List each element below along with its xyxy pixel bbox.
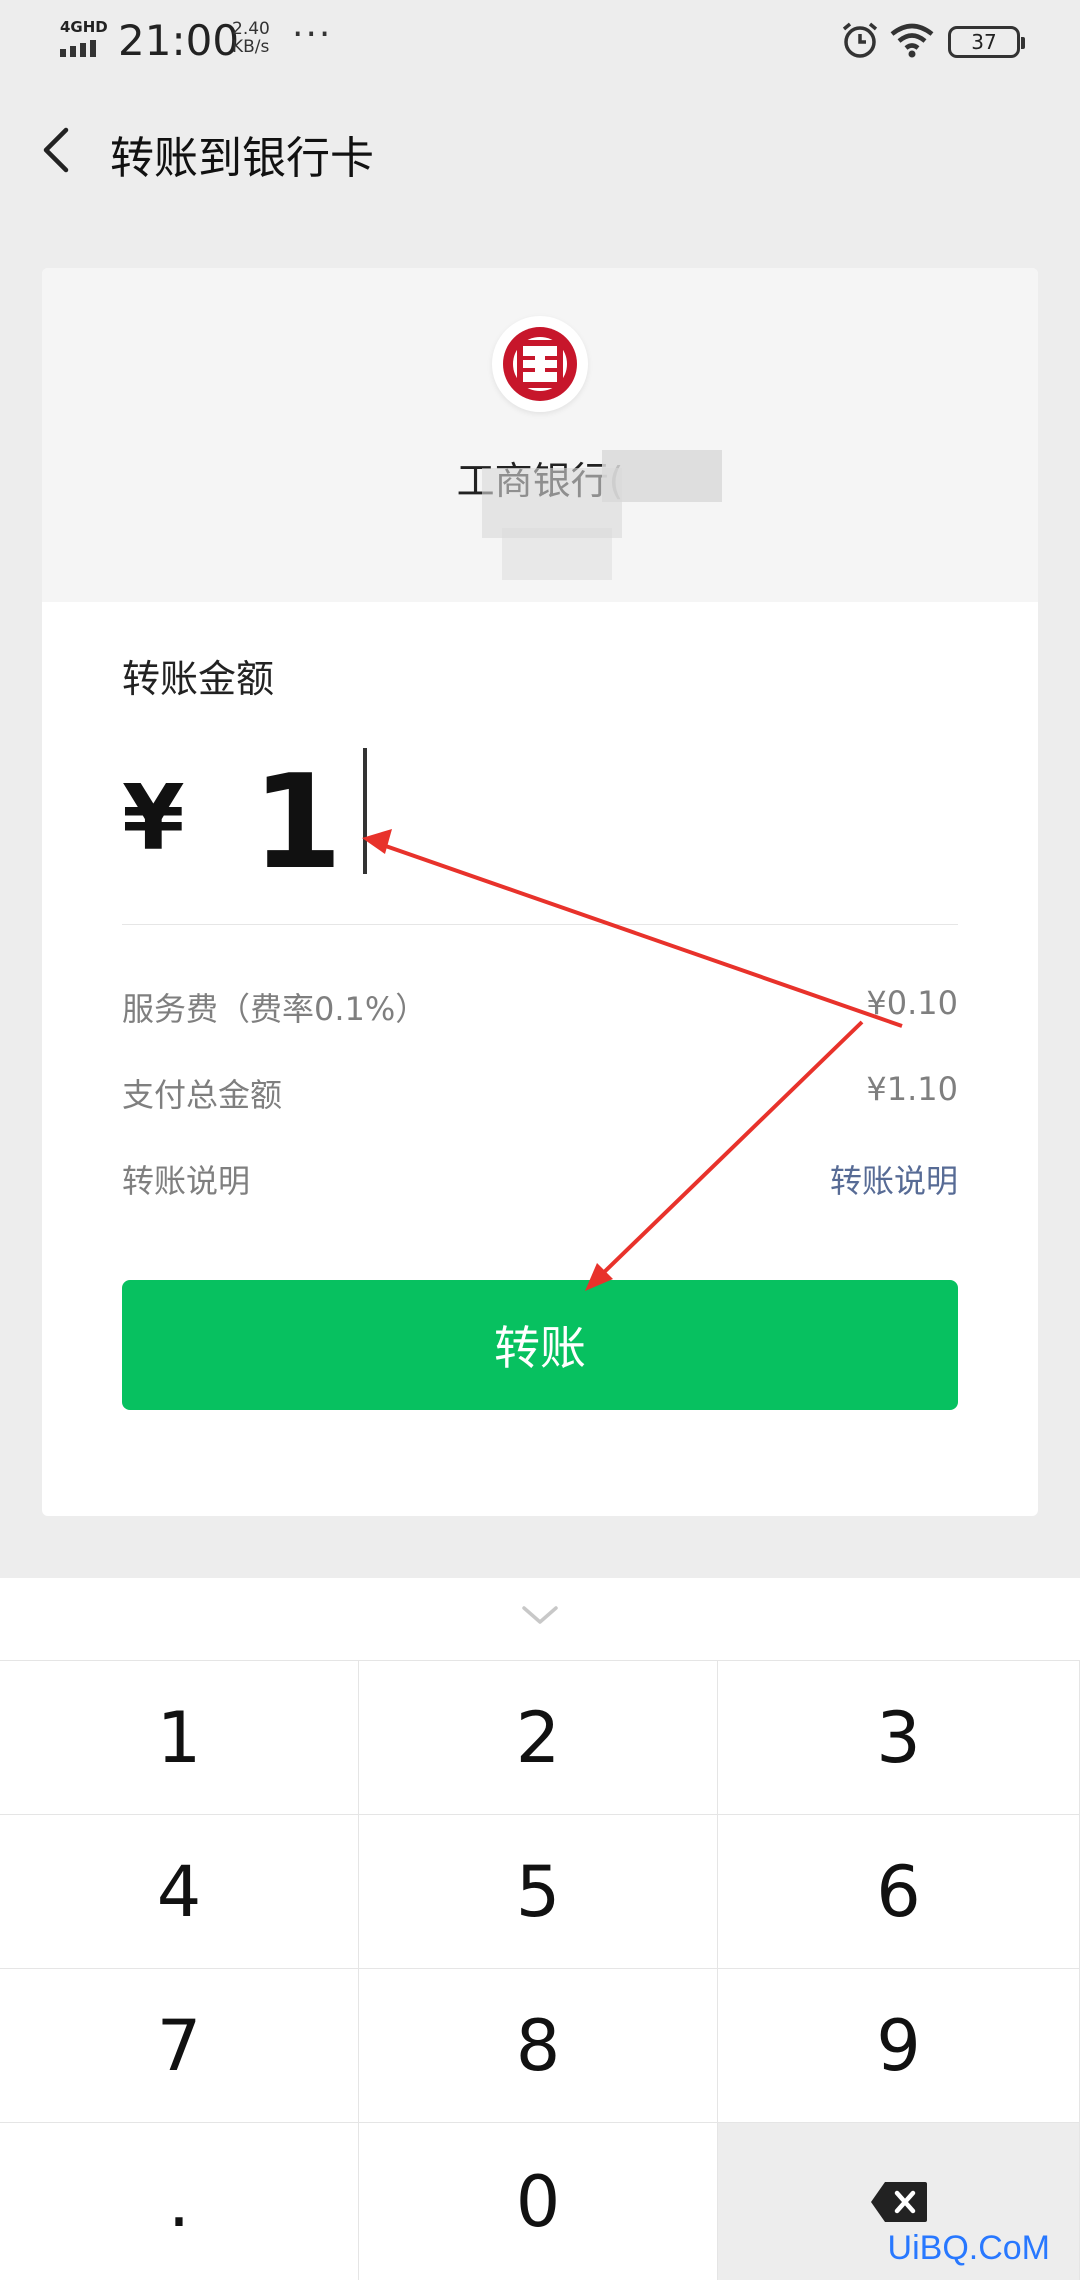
page-title: 转账到银行卡	[110, 133, 374, 184]
battery-icon: 37	[948, 26, 1025, 58]
key-9[interactable]: 9	[718, 1968, 1080, 2122]
speed-unit: KB/s	[232, 37, 270, 57]
service-fee-value: ¥0.10	[866, 984, 958, 1022]
total-amount-row: 支付总金额 ¥1.10	[122, 1070, 958, 1120]
speed-value: 2.40	[232, 19, 270, 39]
transfer-note-link[interactable]: 转账说明	[830, 1156, 958, 1202]
key-2[interactable]: 2	[359, 1660, 718, 1814]
amount-input[interactable]: ¥ 1	[122, 746, 962, 898]
key-3[interactable]: 3	[718, 1660, 1080, 1814]
key-1[interactable]: 1	[0, 1660, 359, 1814]
chevron-down-icon[interactable]	[516, 1600, 564, 1630]
network-speed: 2.40 KB/s	[232, 20, 270, 56]
nav-bar: 转账到银行卡	[0, 100, 1080, 200]
total-amount-value: ¥1.10	[866, 1070, 958, 1108]
transfer-note-row: 转账说明 转账说明	[122, 1156, 958, 1206]
text-cursor	[363, 748, 367, 874]
icbc-logo-icon	[492, 316, 588, 412]
key-8[interactable]: 8	[359, 1968, 718, 2122]
amount-label: 转账金额	[122, 657, 275, 701]
chevron-left-icon[interactable]	[36, 122, 76, 178]
network-type: 4GHD	[60, 18, 108, 36]
more-notifications-icon: ···	[292, 14, 333, 55]
transfer-button[interactable]: 转账	[122, 1280, 958, 1410]
watermark: UiBQ.CoM	[887, 2229, 1050, 2267]
battery-level: 37	[971, 30, 997, 54]
transfer-card: 工商银行( 转账金额 ¥ 1 服务费（费率0.1%） ¥0.10 支付总金额 ¥…	[42, 268, 1038, 1516]
status-bar: 4GHD 21:00 2.40 KB/s ··· 37	[0, 0, 1080, 84]
amount-value: 1	[252, 746, 343, 898]
key-4[interactable]: 4	[0, 1814, 359, 1968]
backspace-icon	[870, 2181, 927, 2222]
currency-symbol: ¥	[122, 766, 185, 871]
key-7[interactable]: 7	[0, 1968, 359, 2122]
transfer-note-label: 转账说明	[122, 1162, 251, 1200]
numeric-keypad: 1 2 3 4 5 6 7 8 9 . 0	[0, 1578, 1080, 2280]
alarm-icon	[842, 22, 878, 58]
service-fee-row: 服务费（费率0.1%） ¥0.10	[122, 984, 958, 1034]
clock: 21:00	[118, 16, 240, 65]
key-0[interactable]: 0	[359, 2122, 718, 2280]
bank-header: 工商银行(	[42, 268, 1038, 602]
signal-icon: 4GHD	[58, 18, 108, 60]
service-fee-label: 服务费（费率0.1%）	[122, 990, 428, 1028]
total-amount-label: 支付总金额	[122, 1076, 283, 1114]
redaction-mosaic	[502, 528, 612, 580]
key-decimal[interactable]: .	[0, 2122, 359, 2280]
divider	[122, 924, 958, 925]
key-6[interactable]: 6	[718, 1814, 1080, 1968]
key-5[interactable]: 5	[359, 1814, 718, 1968]
wifi-icon	[890, 23, 934, 58]
